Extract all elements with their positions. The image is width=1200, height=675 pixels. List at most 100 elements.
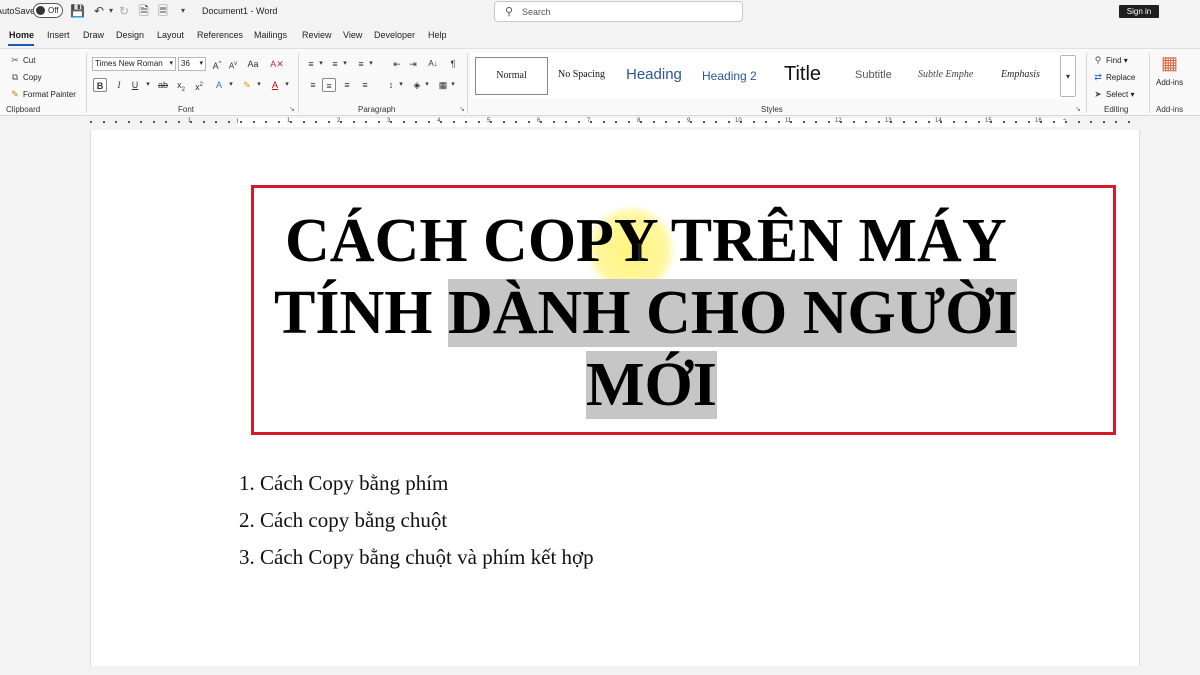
style-subtitle[interactable]: Subtitle [855, 69, 892, 101]
increase-indent-icon[interactable]: ⇥ [406, 57, 420, 71]
tab-view[interactable]: View [343, 30, 362, 40]
strikethrough-icon[interactable]: ab [156, 78, 170, 92]
decrease-indent-icon[interactable]: ⇤ [390, 57, 404, 71]
align-right-icon[interactable]: ≡ [340, 78, 354, 92]
cursor-icon: ➤ [1094, 89, 1102, 99]
styles-more-icon[interactable]: ▾ [1060, 55, 1076, 97]
font-size-select[interactable]: 36 ▾ [178, 57, 206, 71]
undo-dropdown-icon[interactable]: ▾ [104, 4, 118, 18]
align-center-icon[interactable]: ≡ [322, 78, 336, 92]
chevron-down-icon[interactable]: ▾ [224, 78, 238, 92]
ruler-tick [478, 121, 480, 123]
save-icon[interactable]: 💾 [70, 4, 85, 18]
style-heading-2[interactable]: Heading 2 [702, 69, 757, 101]
sign-in-button[interactable]: Sign in [1119, 5, 1159, 18]
ruler-tick [240, 121, 242, 123]
title-line-1[interactable]: CÁCH COPY TRÊN MÁY [285, 205, 1007, 277]
style-no-spacing[interactable]: No Spacing [558, 69, 605, 101]
document-page[interactable]: CÁCH COPY TRÊN MÁY TÍNH DÀNH CHO NGƯỜI M… [90, 130, 1140, 666]
tab-home[interactable]: Home [9, 30, 34, 40]
ruler-tick [553, 121, 555, 123]
customize-toolbar-icon[interactable]: ▾ [176, 4, 190, 18]
title-line-2-plain: TÍNH [274, 279, 448, 347]
chevron-down-icon[interactable]: ▾ [314, 57, 328, 71]
chevron-down-icon[interactable]: ▾ [252, 78, 266, 92]
redo-icon[interactable]: ↻ [117, 4, 131, 18]
search-icon: ⚲ [1094, 55, 1102, 65]
cut-button[interactable]: ✂ Cut [10, 55, 35, 66]
autosave-toggle[interactable]: Off [33, 3, 63, 18]
font-dialog-launcher-icon[interactable]: ↘ [289, 105, 295, 113]
style-emphasis[interactable]: Emphasis [1001, 69, 1040, 101]
format-painter-button[interactable]: ✎ Format Painter [10, 89, 76, 100]
search-box[interactable]: ⚲ Search [494, 1, 743, 22]
style-normal[interactable]: Normal [475, 57, 548, 95]
ruler-tick [890, 121, 892, 123]
add-ins-icon[interactable]: ▦ [1161, 53, 1178, 74]
change-case-icon[interactable]: Aa [246, 57, 260, 71]
ruler-tick [878, 121, 880, 123]
chevron-down-icon[interactable]: ▾ [364, 57, 378, 71]
new-document-icon[interactable]: 🗎 [137, 4, 151, 18]
list-item[interactable]: 1. Cách Copy bằng phím [239, 468, 594, 505]
ruler-tick [740, 121, 742, 123]
list-item[interactable]: 2. Cách copy bằng chuột [239, 505, 594, 542]
bold-icon[interactable]: B [93, 78, 107, 92]
find-button[interactable]: ⚲ Find ▾ [1093, 55, 1128, 66]
styles-dialog-launcher-icon[interactable]: ↘ [1075, 105, 1081, 113]
subscript-icon[interactable]: x2 [174, 78, 188, 93]
selected-text[interactable]: MỚI [586, 351, 717, 419]
selected-text[interactable]: DÀNH CHO NGƯỜI [447, 279, 1018, 347]
ruler-tick [1053, 121, 1055, 123]
tab-developer[interactable]: Developer [374, 30, 415, 40]
style-heading-1[interactable]: Heading [626, 66, 682, 98]
style-title[interactable]: Title [784, 63, 821, 95]
tab-layout[interactable]: Layout [157, 30, 184, 40]
clear-formatting-icon[interactable]: A✕ [270, 57, 284, 71]
underline-icon[interactable]: U [128, 78, 142, 92]
superscript-icon[interactable]: x2 [192, 78, 206, 92]
font-name-select[interactable]: Times New Roman ▾ [92, 57, 176, 71]
add-ins-button[interactable]: Add-ins [1156, 78, 1183, 87]
ruler-tick [678, 121, 680, 123]
tab-insert[interactable]: Insert [47, 30, 70, 40]
justify-icon[interactable]: ≡ [358, 78, 372, 92]
tab-draw[interactable]: Draw [83, 30, 104, 40]
style-subtle-emphasis[interactable]: Subtle Emphe [918, 69, 984, 101]
chevron-down-icon[interactable]: ▾ [394, 78, 408, 92]
grow-font-icon[interactable]: A^ [210, 57, 224, 71]
horizontal-ruler[interactable]: ⌇ 1 1 2 3 4 5 6 7 8 9 10 11 12 13 14 15 … [0, 117, 1200, 129]
chevron-down-icon[interactable]: ▾ [446, 78, 460, 92]
tab-design[interactable]: Design [116, 30, 144, 40]
italic-icon[interactable]: I [112, 78, 126, 92]
ruler-tick [665, 121, 667, 123]
ruler-tick [915, 121, 917, 123]
ruler-indent-marker[interactable]: ⌇ [236, 118, 239, 125]
select-button[interactable]: ➤ Select ▾ [1093, 89, 1134, 100]
chevron-down-icon[interactable]: ▾ [280, 78, 294, 92]
ruler-tick [1115, 121, 1117, 123]
chevron-down-icon[interactable]: ▾ [420, 78, 434, 92]
ruler-tick [453, 121, 455, 123]
chevron-down-icon[interactable]: ▾ [338, 57, 352, 71]
show-formatting-icon[interactable]: ¶ [446, 57, 460, 71]
title-line-3[interactable]: MỚI [586, 349, 717, 421]
copy-button[interactable]: ⧉ Copy [10, 72, 42, 83]
ruler-tick [990, 121, 992, 123]
sort-icon[interactable]: A↓ [426, 57, 440, 71]
tab-mailings[interactable]: Mailings [254, 30, 287, 40]
tab-references[interactable]: References [197, 30, 243, 40]
replace-button[interactable]: ⇄ Replace [1093, 72, 1135, 83]
tab-help[interactable]: Help [428, 30, 447, 40]
chevron-down-icon[interactable]: ▾ [141, 78, 155, 92]
align-left-icon[interactable]: ≡ [306, 78, 320, 92]
title-line-2[interactable]: TÍNH DÀNH CHO NGƯỜI [274, 277, 1018, 349]
paragraph-dialog-launcher-icon[interactable]: ↘ [459, 105, 465, 113]
document-title: Document1 - Word [202, 6, 278, 16]
list-item[interactable]: 3. Cách Copy bằng chuột và phím kết hợp [239, 542, 594, 579]
ruler-tick [540, 121, 542, 123]
group-label-add-ins: Add-ins [1156, 105, 1184, 114]
tab-review[interactable]: Review [302, 30, 332, 40]
shrink-font-icon[interactable]: Av [226, 57, 240, 71]
print-preview-icon[interactable]: 🗏 [156, 4, 170, 18]
